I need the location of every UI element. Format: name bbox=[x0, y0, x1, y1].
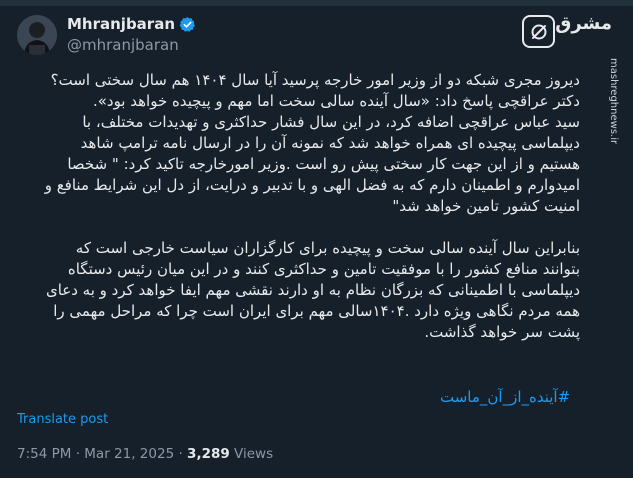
meta-separator: · bbox=[71, 446, 85, 462]
tweet-line: پشت سر خواهد گذاشت. bbox=[424, 323, 580, 341]
tweet-line: دیپلماسی پیچیده ای همراه خواهد شد که نمو… bbox=[80, 134, 580, 152]
author-name-text: Mhranjbaran bbox=[67, 15, 176, 33]
mashregh-logo-icon bbox=[522, 15, 555, 48]
tweet-line: دیپلماسی با اطمینانی که بزرگان نظام به ا… bbox=[45, 281, 580, 299]
tweet-line: امیدوارم و اطمینان دارم که به فضل الهی و… bbox=[44, 176, 580, 194]
post-time[interactable]: 7:54 PM bbox=[17, 446, 71, 462]
tweet-line: بتوانند منافع کشور را با موفقیت تامین و … bbox=[67, 260, 580, 278]
views-count: 3,289 bbox=[187, 446, 230, 462]
brand-url-text: mashreghnews.ir bbox=[608, 58, 619, 145]
author-handle[interactable]: @mhranjbaran bbox=[67, 36, 179, 54]
tweet-line: همه مردم نگاهی ویژه دارد .۱۴۰۴سالی مهم ب… bbox=[53, 302, 580, 320]
views-label: Views bbox=[229, 446, 274, 462]
author-name[interactable]: Mhranjbaran bbox=[67, 15, 196, 33]
post-meta: 7:54 PM · Mar 21, 2025 · 3,289 Views bbox=[17, 446, 273, 462]
top-divider bbox=[0, 0, 633, 6]
tweet-line: سید عباس عراقچی اضافه کرد، در این سال فش… bbox=[82, 113, 580, 131]
tweet-line: هستیم و از این جهت کار سختی پیش رو است .… bbox=[67, 155, 580, 173]
brand-mark-icon bbox=[531, 24, 546, 39]
tweet-line: بنابراین سال آینده سالی سخت و پیچیده برا… bbox=[75, 239, 580, 257]
post-date[interactable]: Mar 21, 2025 bbox=[84, 446, 174, 462]
verified-badge-icon bbox=[179, 16, 195, 32]
tweet-line: دکتر عراقچی پاسخ داد: «سال آینده سالی سخ… bbox=[92, 92, 580, 110]
hashtag-link[interactable]: #آینده_از_آن_ماست bbox=[440, 388, 570, 406]
tweet-line: دیروز مجری شبکه دو از وزیر امور خارجه پر… bbox=[50, 71, 580, 89]
person-avatar-icon bbox=[17, 15, 57, 55]
author-avatar[interactable] bbox=[17, 15, 57, 55]
meta-separator: · bbox=[174, 446, 188, 462]
translate-post-link[interactable]: Translate post bbox=[17, 412, 108, 427]
tweet-line: امنیت کشور تامین خواهد شد" bbox=[392, 197, 580, 215]
tweet-text: دیروز مجری شبکه دو از وزیر امور خارجه پر… bbox=[14, 70, 580, 343]
brand-url-watermark: mashreghnews.ir bbox=[607, 58, 623, 238]
brand-word: مشرق bbox=[555, 13, 612, 34]
